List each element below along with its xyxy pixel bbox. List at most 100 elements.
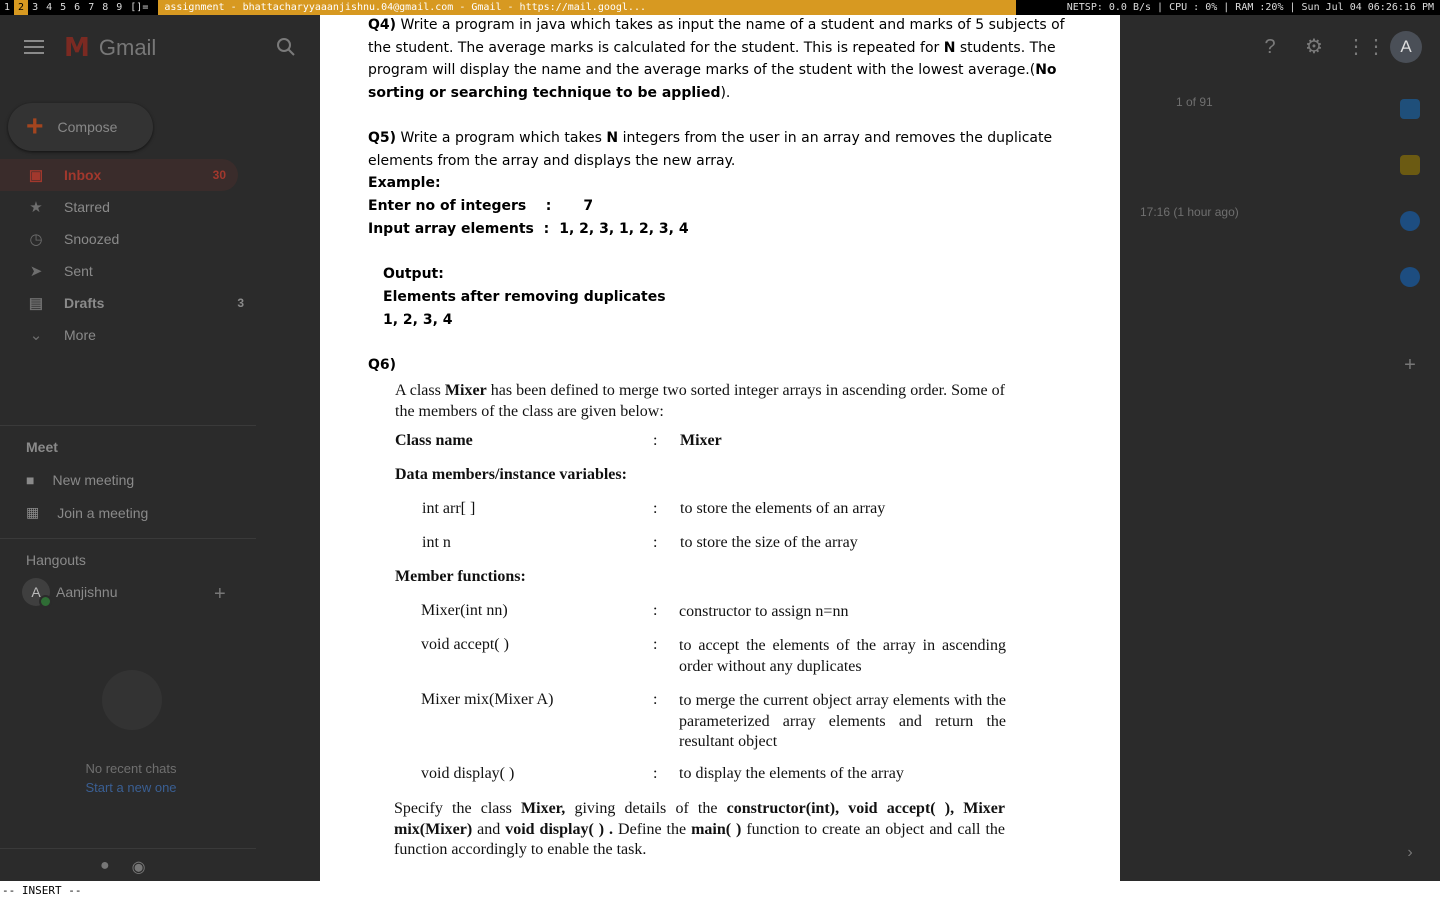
compose-button[interactable]: + Compose <box>8 103 153 151</box>
divider <box>0 538 256 539</box>
sidebar-item-label: Drafts <box>64 295 105 311</box>
chat-footer: ● ◉ <box>100 857 146 877</box>
side-panel: + › <box>1384 79 1440 881</box>
join-meeting-link[interactable]: ▦ Join a meeting <box>26 504 148 521</box>
layout-indicator[interactable]: []= <box>126 0 152 15</box>
chevron-right-icon[interactable]: › <box>1400 843 1420 863</box>
send-icon: ➤ <box>29 263 43 280</box>
sidebar-item-drafts[interactable]: ▤ Drafts 3 <box>0 287 256 319</box>
q5-enter-value: 7 <box>583 198 594 215</box>
sidebar-item-label: Inbox <box>64 167 102 183</box>
colon: : <box>653 534 658 551</box>
colon: : <box>653 432 658 449</box>
image-viewer: Q4) Write a program in java which takes … <box>320 15 1120 881</box>
sidebar-item-inbox[interactable]: ▣ Inbox 30 <box>0 159 238 191</box>
sidebar-item-more[interactable]: ⌄ More <box>0 319 256 351</box>
sidebar-item-starred[interactable]: ★ Starred <box>0 191 256 223</box>
workspace-tag-5[interactable]: 5 <box>56 0 70 15</box>
add-chat-icon[interactable]: + <box>214 583 226 606</box>
unread-count: 30 <box>212 168 226 182</box>
q6-intro: A class Mixer has been defined to merge … <box>395 381 1005 422</box>
sidebar-item-label: More <box>64 327 96 343</box>
hangouts-user-name: Aanjishnu <box>56 584 118 600</box>
question-4: Q4) Write a program in java which takes … <box>368 15 1073 105</box>
spec-bold: Mixer, <box>521 800 566 817</box>
q6-intro-2: has been defined to merge two sorted int… <box>395 382 1005 420</box>
member-functions-heading: Member functions: <box>395 568 526 585</box>
window-title: assignment - bhattacharyyaaanjishnu.04@g… <box>158 0 1017 15</box>
function-desc: to merge the current object array elemen… <box>679 692 1006 750</box>
workspace-tag-9[interactable]: 9 <box>112 0 126 15</box>
function-desc: to display the elements of the array <box>679 765 904 782</box>
workspace-tag-6[interactable]: 6 <box>70 0 84 15</box>
colon: : <box>653 602 658 619</box>
video-camera-icon: ■ <box>26 472 35 488</box>
inbox-icon: ▣ <box>28 167 44 184</box>
new-meeting-link[interactable]: ■ New meeting <box>26 472 134 488</box>
person-icon[interactable]: ● <box>100 857 110 877</box>
workspace-tag-8[interactable]: 8 <box>98 0 112 15</box>
system-status: NETSP: 0.0 B/s | CPU : 0% | RAM :20% | S… <box>1066 2 1434 13</box>
sidebar-item-snoozed[interactable]: ◷ Snoozed <box>0 223 256 255</box>
class-name-value: Mixer <box>680 432 722 449</box>
workspace-tag-1[interactable]: 1 <box>0 0 14 15</box>
new-meeting-label: New meeting <box>52 472 135 488</box>
star-icon: ★ <box>29 199 43 216</box>
drafts-count: 3 <box>237 296 244 310</box>
function-name: void display( ) <box>421 765 515 782</box>
contacts-icon[interactable] <box>1400 267 1420 287</box>
data-members-heading: Data members/instance variables: <box>395 466 627 483</box>
q4-text-3: ). <box>720 85 731 102</box>
gear-icon[interactable]: ⚙ <box>1302 35 1326 59</box>
start-chat-link[interactable]: Start a new one <box>0 780 262 795</box>
q5-input-value: 1, 2, 3, 1, 2, 3, 4 <box>559 220 689 237</box>
workspace-tag-2[interactable]: 2 <box>14 0 29 15</box>
spec-text: Specify the class <box>394 800 522 817</box>
q6-intro-class: Mixer <box>444 382 487 399</box>
pager: 1 of 91 <box>1176 95 1213 109</box>
q5-n: N <box>606 130 619 146</box>
meet-heading: Meet <box>26 439 58 455</box>
member-name: int n <box>422 534 451 551</box>
spec-text: and <box>472 820 506 838</box>
q5-example: Example: <box>368 175 441 192</box>
search-icon[interactable] <box>276 37 296 57</box>
hangouts-user[interactable]: A Aanjishnu <box>22 578 118 608</box>
colon: : <box>653 500 658 517</box>
help-icon[interactable]: ? <box>1258 35 1282 59</box>
q5-output: Output: <box>383 266 444 283</box>
member-desc: to store the size of the array <box>680 534 858 551</box>
sidebar-nav: ▣ Inbox 30 ★ Starred ◷ Snoozed ➤ Sent ▤ … <box>0 159 256 351</box>
q5-input-label: Input array elements : <box>368 220 550 237</box>
workspace-tag-3[interactable]: 3 <box>28 0 42 15</box>
join-meeting-label: Join a meeting <box>57 504 149 521</box>
sidebar-item-label: Starred <box>64 199 110 215</box>
keep-icon[interactable] <box>1400 155 1420 175</box>
menu-icon[interactable] <box>24 37 44 57</box>
q6-specification: Specify the class Mixer, giving details … <box>394 799 1005 861</box>
member-desc: to store the elements of an array <box>680 500 886 517</box>
calendar-icon[interactable] <box>1400 99 1420 119</box>
sidebar-item-label: Snoozed <box>64 231 120 247</box>
spec-text: Define the <box>613 820 692 838</box>
compose-label: Compose <box>57 119 118 135</box>
hangouts-avatar: A <box>22 578 52 608</box>
spec-bold: main( ) <box>691 820 742 838</box>
window-manager-bar: 1 2 3 4 5 6 7 8 9 []= assignment - bhatt… <box>0 0 1440 15</box>
add-addon-icon[interactable]: + <box>1400 355 1420 375</box>
function-name: void accept( ) <box>421 636 509 653</box>
tasks-icon[interactable] <box>1400 211 1420 231</box>
keyboard-icon: ▦ <box>26 504 40 520</box>
workspace-tag-7[interactable]: 7 <box>84 0 98 15</box>
q4-n: N <box>943 39 956 56</box>
sidebar-item-sent[interactable]: ➤ Sent <box>0 255 256 287</box>
gmail-logo[interactable]: M Gmail <box>64 33 156 63</box>
workspace-tag-4[interactable]: 4 <box>42 0 56 15</box>
header-actions: ? ⚙ ⋮⋮ A <box>1258 31 1422 63</box>
apps-grid-icon[interactable]: ⋮⋮ <box>1346 35 1386 59</box>
hangouts-icon[interactable]: ◉ <box>132 857 146 877</box>
function-name: Mixer(int nn) <box>421 602 508 619</box>
q5-text-1: Write a program which takes <box>396 130 607 146</box>
avatar[interactable]: A <box>1390 31 1422 63</box>
member-name: int arr[ ] <box>422 500 476 517</box>
